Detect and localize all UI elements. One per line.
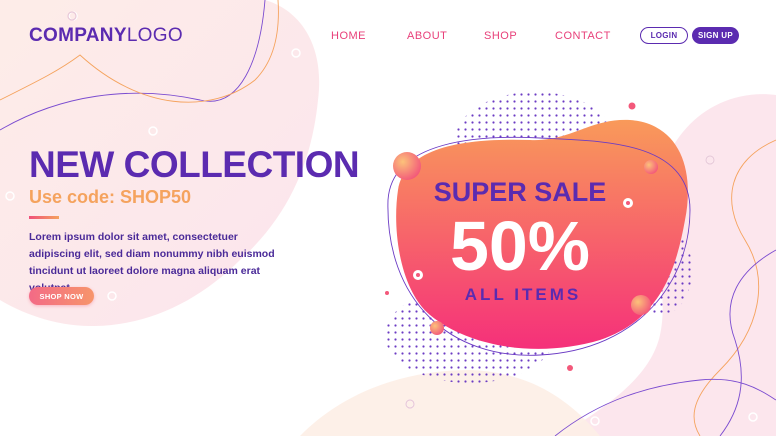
signup-button[interactable]: SIGN UP (692, 27, 739, 44)
nav-home[interactable]: HOME (331, 30, 366, 42)
hero-title: NEW COLLECTION (29, 144, 360, 185)
promo-code-text: Use code: SHOP50 (29, 187, 192, 207)
background-decoration (0, 0, 776, 436)
logo-bold-text: COMPANY (29, 25, 127, 46)
login-button[interactable]: LOGIN (640, 27, 688, 44)
logo-light-text: LOGO (126, 25, 183, 46)
sale-percent: 50% (449, 207, 591, 285)
company-logo[interactable]: COMPANYLOGO (29, 25, 183, 47)
nav-shop[interactable]: SHOP (484, 30, 517, 42)
nav-contact[interactable]: CONTACT (555, 30, 611, 42)
title-underline (29, 216, 59, 219)
shop-now-button[interactable]: SHOP NOW (29, 287, 94, 305)
landing-page: COMPANYLOGO HOME ABOUT SHOP CONTACT LOGI… (0, 0, 776, 436)
sale-subline: ALL ITEMS (464, 285, 582, 304)
nav-about[interactable]: ABOUT (407, 30, 447, 42)
sale-headline: SUPER SALE (433, 177, 607, 207)
